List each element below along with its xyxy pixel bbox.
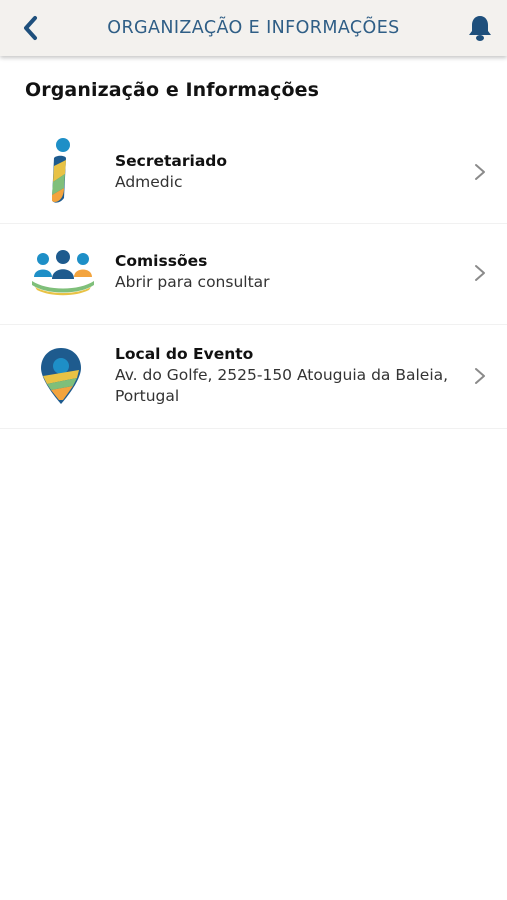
info-icon — [26, 137, 96, 207]
page-title: ORGANIZAÇÃO E INFORMAÇÕES — [107, 18, 400, 38]
location-pin-icon — [30, 345, 92, 407]
bell-icon — [469, 16, 491, 41]
item-subtitle: Admedic — [115, 173, 183, 191]
app-header: ORGANIZAÇÃO E INFORMAÇÕES — [0, 0, 507, 56]
back-button[interactable] — [14, 12, 46, 44]
list-item-local-do-evento[interactable]: Local do Evento Av. do Golfe, 2525-150 A… — [0, 325, 507, 429]
people-group-icon — [28, 246, 98, 298]
list-item-comissoes[interactable]: Comissões Abrir para consultar — [0, 224, 507, 325]
section-title: Organização e Informações — [25, 79, 320, 101]
item-subtitle: Abrir para consultar — [115, 273, 270, 291]
chevron-right-icon — [473, 263, 487, 283]
chevron-right-icon — [473, 366, 487, 386]
item-subtitle: Av. do Golfe, 2525-150 Atouguia da Balei… — [115, 366, 449, 405]
list-item-secretariado[interactable]: Secretariado Admedic — [0, 122, 507, 224]
chevron-left-icon — [24, 16, 37, 40]
item-title: Comissões — [115, 252, 208, 270]
notifications-button[interactable] — [465, 13, 495, 43]
item-title: Local do Evento — [115, 345, 254, 363]
item-title: Secretariado — [115, 152, 228, 170]
info-list: Secretariado Admedic Comissões Abrir par… — [0, 122, 507, 429]
chevron-right-icon — [473, 162, 487, 182]
